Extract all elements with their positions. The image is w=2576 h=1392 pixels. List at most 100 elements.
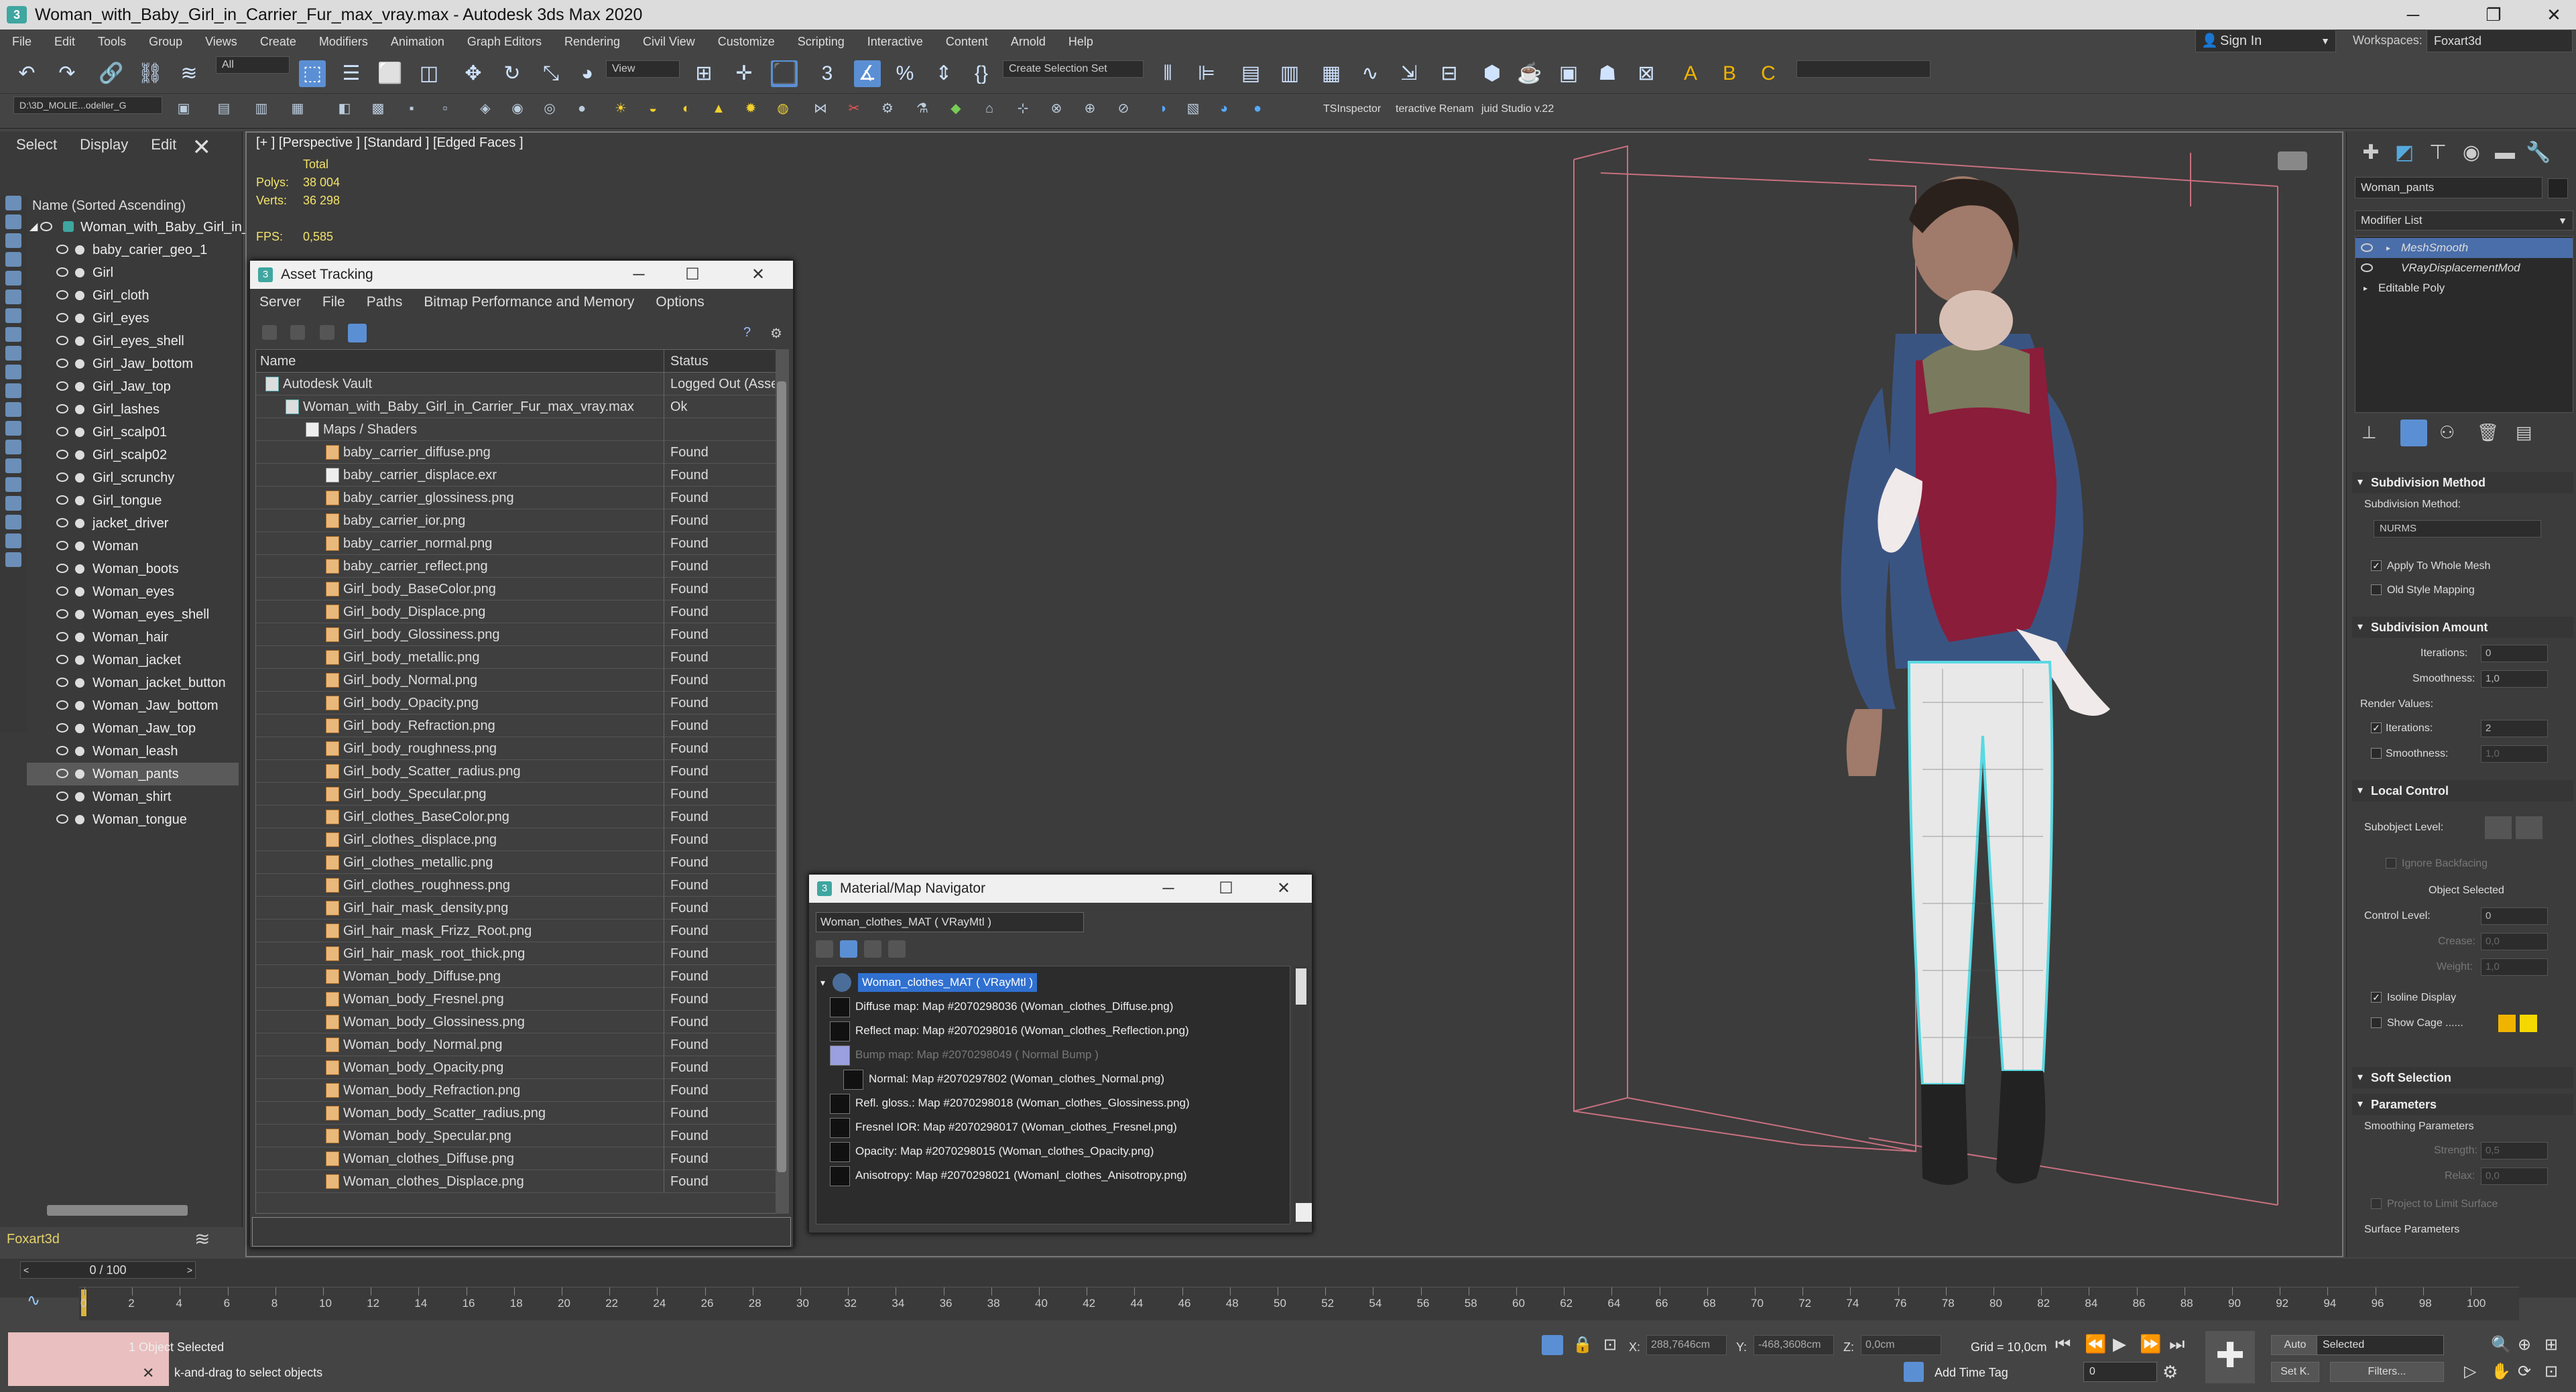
eye-icon[interactable]: [56, 245, 68, 254]
explorer-filter-icon[interactable]: [5, 533, 21, 548]
close-icon[interactable]: ✕: [142, 1365, 154, 1382]
rollout-subdivision-amount[interactable]: Subdivision Amount: [2352, 617, 2573, 638]
time-tag-icon[interactable]: [1904, 1362, 1924, 1382]
move-icon[interactable]: ✥: [460, 60, 487, 87]
vertex-level-icon[interactable]: [2485, 816, 2512, 839]
arnold-a-icon[interactable]: A: [1677, 60, 1704, 87]
material-name-field[interactable]: Woman_clothes_MAT ( VRayMtl ): [816, 912, 1084, 932]
cage-color-2-swatch[interactable]: [2520, 1015, 2537, 1032]
eye-icon[interactable]: [56, 359, 68, 368]
explorer-filter-icon[interactable]: [5, 440, 21, 454]
helper-c-icon[interactable]: ⚙: [878, 99, 897, 118]
eye-icon[interactable]: [56, 404, 68, 414]
asset-menu-options[interactable]: Options: [656, 294, 704, 310]
vray-b-icon[interactable]: B: [1716, 60, 1743, 87]
scene-object-row[interactable]: jacket_driver: [27, 512, 239, 535]
asset-row[interactable]: Girl_body_roughness.png Found: [256, 737, 776, 760]
selection-filter-dropdown[interactable]: All: [216, 56, 290, 74]
asset-row[interactable]: Woman_body_Opacity.png Found: [256, 1056, 776, 1079]
scene-object-row[interactable]: Woman_eyes_shell: [27, 603, 239, 626]
asset-row[interactable]: Girl_clothes_metallic.png Found: [256, 851, 776, 874]
scene-object-row[interactable]: baby_carier_geo_1: [27, 239, 239, 261]
scale-icon[interactable]: ⤡: [538, 60, 564, 87]
modify-tab-icon[interactable]: ◩: [2391, 139, 2418, 166]
map-row[interactable]: Reflect map: Map #2070298016 (Woman_clot…: [830, 1019, 1286, 1043]
sign-in-dropdown[interactable]: 👤 Sign In ▼: [2195, 29, 2336, 52]
select-manipulate-icon[interactable]: ✛: [731, 60, 757, 87]
undo-icon[interactable]: ↶: [13, 60, 40, 87]
object-color-swatch[interactable]: [2548, 178, 2568, 198]
eye-icon[interactable]: [56, 267, 68, 277]
explorer-filter-icon[interactable]: [5, 496, 21, 511]
tool-a-icon[interactable]: ◈: [476, 99, 495, 118]
make-unique-icon[interactable]: ⚇: [2439, 422, 2455, 443]
rollout-subdivision-method[interactable]: Subdivision Method: [2352, 472, 2573, 493]
lock-selection-icon[interactable]: 🔒: [1573, 1335, 1593, 1354]
eye-icon[interactable]: [56, 678, 68, 687]
freeze-dot-icon[interactable]: [75, 769, 84, 779]
rect-selection-icon[interactable]: ⬜: [377, 60, 404, 87]
scene-object-row[interactable]: Girl_eyes_shell: [27, 330, 239, 353]
tool-d-icon[interactable]: ●: [572, 99, 591, 118]
asset-row[interactable]: Girl_hair_mask_root_thick.png Found: [256, 942, 776, 965]
create-tab-icon[interactable]: ✚: [2357, 139, 2384, 166]
explorer-filter-icon[interactable]: [5, 214, 21, 229]
explorer-filter-icon[interactable]: [5, 271, 21, 286]
scene-object-row[interactable]: Girl_scrunchy: [27, 466, 239, 489]
asset-row[interactable]: Girl_body_Refraction.png Found: [256, 714, 776, 737]
freeze-dot-icon[interactable]: [75, 473, 84, 483]
render-preset-dropdown[interactable]: [1796, 60, 1930, 78]
eye-icon[interactable]: [56, 564, 68, 573]
select-by-name-icon[interactable]: ☰: [338, 60, 365, 87]
scene-object-row[interactable]: Woman_eyes: [27, 580, 239, 603]
object-name-field[interactable]: Woman_pants: [2355, 177, 2542, 198]
freeze-dot-icon[interactable]: [75, 382, 84, 391]
explorer-filter-icon[interactable]: [5, 327, 21, 342]
eye-icon[interactable]: [56, 655, 68, 664]
freeze-dot-icon[interactable]: [75, 724, 84, 733]
cage-color-1-swatch[interactable]: [2498, 1015, 2516, 1032]
helper-e-icon[interactable]: ◆: [946, 99, 965, 118]
hierarchy-tab-icon[interactable]: ⊤: [2425, 139, 2451, 166]
scene-object-row[interactable]: Woman_jacket: [27, 649, 239, 672]
time-config-icon[interactable]: ⚙: [2162, 1362, 2178, 1383]
freeze-dot-icon[interactable]: [75, 291, 84, 300]
table-view-icon[interactable]: [348, 324, 367, 342]
explorer-filter-icon[interactable]: [5, 346, 21, 361]
redo-icon[interactable]: ↷: [54, 60, 80, 87]
helper-n-icon[interactable]: ●: [1248, 99, 1267, 118]
time-slider[interactable]: < 0 / 100 >: [20, 1261, 196, 1279]
pan-icon[interactable]: ✋: [2491, 1362, 2511, 1381]
eye-icon[interactable]: [56, 336, 68, 345]
menu-modifiers[interactable]: Modifiers: [319, 35, 368, 49]
expand-arrow-icon[interactable]: ▸: [2364, 278, 2368, 298]
fov-icon[interactable]: ▷: [2464, 1362, 2476, 1381]
scene-object-row[interactable]: Woman_Jaw_top: [27, 717, 239, 740]
box-icon[interactable]: ▪: [402, 99, 421, 118]
column-status[interactable]: Status: [670, 350, 709, 373]
help-icon[interactable]: ?: [743, 325, 751, 340]
zoom-extents-icon[interactable]: ⊞: [2544, 1335, 2558, 1354]
asset-row[interactable]: Woman_body_Fresnel.png Found: [256, 988, 776, 1011]
asset-row[interactable]: Girl_body_Normal.png Found: [256, 669, 776, 692]
grid-icon[interactable]: ▩: [369, 99, 387, 118]
scene-object-row[interactable]: Girl_tongue: [27, 489, 239, 512]
set-key-plus-icon[interactable]: ✚: [2205, 1331, 2255, 1383]
asset-row[interactable]: Girl_body_Glossiness.png Found: [256, 623, 776, 646]
layer-icon[interactable]: ▥: [252, 99, 271, 118]
menu-scripting[interactable]: Scripting: [798, 35, 845, 49]
asset-row[interactable]: baby_carrier_diffuse.png Found: [256, 441, 776, 464]
explorer-filter-icon[interactable]: [5, 477, 21, 492]
menu-help[interactable]: Help: [1068, 35, 1093, 49]
explorer-filter-icon[interactable]: [5, 196, 21, 210]
freeze-dot-icon[interactable]: [75, 747, 84, 756]
asset-row[interactable]: baby_carrier_normal.png Found: [256, 532, 776, 555]
stack-item-meshsmooth[interactable]: ▸ MeshSmooth: [2355, 238, 2573, 258]
menu-animation[interactable]: Animation: [391, 35, 444, 49]
workspace-dropdown[interactable]: Foxart3d: [2427, 29, 2573, 52]
explorer-filter-icon[interactable]: [5, 421, 21, 436]
resize-handle[interactable]: [1296, 1203, 1312, 1222]
select-object-icon[interactable]: ⬚: [299, 60, 326, 87]
render-smoothness-checkbox[interactable]: [2371, 748, 2382, 759]
isolate-selection-icon[interactable]: [1542, 1335, 1563, 1355]
